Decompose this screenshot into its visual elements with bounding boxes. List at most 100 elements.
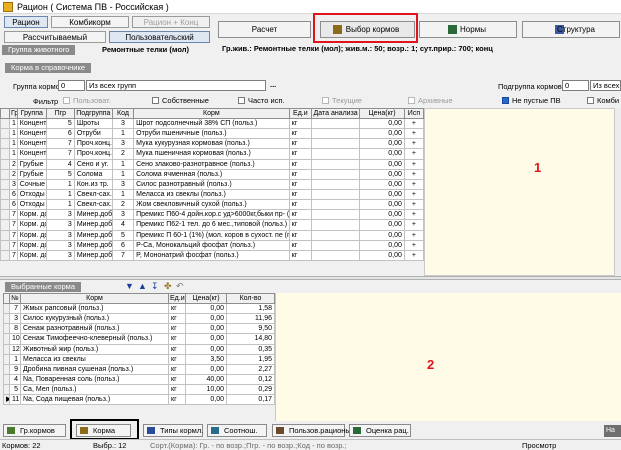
table-row[interactable]: 1Концентр.7Проч.конц.2Мука пшеничная кор… <box>0 148 425 160</box>
bottom-right-button[interactable]: Нa <box>604 425 621 437</box>
move-down-icon[interactable]: ▼ <box>125 282 134 291</box>
table-cell: 0,35 <box>226 343 275 355</box>
move-bottom-icon[interactable]: ↧ <box>151 282 159 291</box>
table-row[interactable]: 1Концентр.6Отруби1Отруби пшеничные (поль… <box>0 128 425 140</box>
group-ellipsis-button[interactable]: ... <box>270 80 276 89</box>
table-cell <box>311 168 361 180</box>
move-up-icon[interactable]: ▲ <box>138 282 147 291</box>
table-cell: кг <box>168 323 186 335</box>
subgroup-code-field[interactable]: 0 <box>562 80 589 91</box>
row-indicator <box>0 128 10 140</box>
bottom-tab[interactable]: Пользов.рационы <box>272 424 351 437</box>
table-row[interactable]: 2 Грубые 5 Солома 1 Солома ячменная (польз.) к… <box>0 168 425 180</box>
table-cell: кг <box>168 302 186 315</box>
undo-icon[interactable]: ↶ <box>176 282 184 291</box>
table-row[interactable]: 7Корм. доб.3Минер.доб.3Премикс П60-4 дой… <box>0 209 425 221</box>
table-cell: кг <box>168 353 186 365</box>
table-cell: кг <box>288 188 313 201</box>
table-row[interactable]: 7 Жмых рапсовый (польз.) кг 0,00 1,58 <box>3 302 275 315</box>
table-row[interactable]: 1 Меласса из свеклы кг 3,50 1,95 <box>3 353 275 365</box>
column-header[interactable]: Ед.и <box>288 108 313 119</box>
annotation-marker-1: 1 <box>534 160 542 175</box>
table-cell: 10 <box>9 333 21 345</box>
table-row[interactable]: 7Корм. доб.3Минер.доб.6P-Ca, Монокальций… <box>0 239 425 251</box>
table-row[interactable]: 6Отходы пр.1Свекл-сах.2Жом свекловичный … <box>0 199 425 211</box>
column-header[interactable]: Код <box>111 108 135 119</box>
table-cell: Солома ячменная (польз.) <box>133 168 290 180</box>
column-header[interactable]: Ед.и <box>168 293 186 304</box>
filter-checkbox[interactable]: Часто исп. <box>238 96 285 105</box>
table-cell: 1 <box>8 148 18 160</box>
table-row[interactable]: ▶11Na, Сода пищевая (польз.)кг0,000,17 <box>3 394 275 406</box>
table-row[interactable]: 12 Животный жир (польз.) кг 0,00 0,35 <box>3 343 275 355</box>
table-row[interactable]: 6Отходы пр.1Свекл-сах.1Меласса из свеклы… <box>0 188 425 201</box>
column-header[interactable]: Цена(кг) <box>359 108 405 119</box>
table-row[interactable]: 3 Силос кукурузный (польз.) кг 0,00 11,96 <box>3 313 275 325</box>
tab-kombikorm[interactable]: Комбикорм <box>51 16 129 28</box>
column-header[interactable]: Группа <box>16 108 47 119</box>
column-header[interactable]: Цена(кг) <box>185 293 227 304</box>
group-value-field[interactable]: Из всех групп <box>86 80 266 91</box>
bottom-tab[interactable]: Соотнош. <box>207 424 267 437</box>
checkbox-icon <box>587 97 594 104</box>
table-row[interactable]: 3 Сочные 1 Кон.из тр. 3 Силос разнотравный (п… <box>0 178 425 190</box>
table-cell: 1 <box>45 188 75 201</box>
table-cell: Силос кукурузный (польз.) <box>20 313 169 325</box>
table-row[interactable]: 7Корм. доб.3Минер.доб.4Премикс П62-1 тел… <box>0 219 425 231</box>
tab-calculated[interactable]: Рассчитываемый <box>4 31 106 43</box>
table-cell: кг <box>288 209 313 221</box>
table-row[interactable]: 5 Ca, Мел (польз.) кг 10,00 0,29 <box>3 384 275 396</box>
table-cell: + <box>403 219 425 231</box>
clear-icon[interactable]: ✤ <box>164 282 172 291</box>
table-row[interactable]: 4 Na, Поваренная соль (польз.) кг 40,00 0,12 <box>3 373 275 386</box>
column-header[interactable]: Пгр <box>45 108 75 119</box>
table-cell: 10,00 <box>185 384 227 396</box>
table-row[interactable]: 8 Сенаж разнотравный (польз.) кг 0,00 9,50 <box>3 323 275 335</box>
table-cell: Шрот подсолнечный 38% СП (польз.) <box>133 117 290 130</box>
table-row[interactable]: 10 Сенаж Тимофеечно-клеверный (польз.) кг 0… <box>3 333 275 345</box>
table-cell: 0,00 <box>359 199 405 211</box>
highlight-feed-select <box>313 13 418 43</box>
table-row[interactable]: 2 Грубые 4 Сено и уг. 1 Сено злаково-разнотра… <box>0 158 425 170</box>
column-header[interactable]: Исп <box>403 108 425 119</box>
panel-splitter[interactable] <box>0 276 621 280</box>
bottom-tab[interactable]: Гр.кормов <box>3 424 66 437</box>
table-cell: 2 <box>8 158 18 170</box>
column-header[interactable]: Гр. <box>8 108 18 119</box>
group-label: Группа животного <box>2 45 76 55</box>
table-cell: 5 <box>45 117 75 130</box>
filter-checkbox[interactable]: Собственные <box>152 96 209 105</box>
table-row[interactable]: 1Концентр.7Проч.конц.3Мука кукурузная ко… <box>0 138 425 150</box>
structure-button[interactable]: Структура <box>522 21 620 38</box>
table-cell: 0,00 <box>359 239 405 251</box>
bottom-tab[interactable]: Типы кормл. <box>143 424 203 437</box>
column-header[interactable]: Кол-во <box>226 293 275 304</box>
table-row[interactable]: 7Корм. доб.3Минер.доб.7P, Мононатрий фос… <box>0 249 425 261</box>
tab-ration[interactable]: Рацион <box>4 16 48 28</box>
filter-checkbox[interactable]: Не пустые ПВ <box>502 96 561 105</box>
table-cell: 1 <box>9 353 21 365</box>
calc-button[interactable]: Расчет <box>218 21 311 38</box>
table-cell: Отходы пр. <box>16 199 47 211</box>
column-header[interactable]: № <box>9 293 21 304</box>
column-header[interactable]: Корм <box>133 108 290 119</box>
table-cell: + <box>403 178 425 190</box>
group-code-field[interactable]: 0 <box>58 80 85 91</box>
tab-user[interactable]: Пользовательский <box>109 31 210 43</box>
reference-table-scrollbar[interactable] <box>614 108 621 276</box>
table-cell: Концентр. <box>16 138 47 150</box>
subgroup-value-field[interactable]: Из всех под <box>590 80 621 91</box>
filter-checkbox[interactable]: Комби <box>587 96 619 105</box>
bottom-tab[interactable]: Оценка рац. <box>349 424 411 437</box>
table-row[interactable]: 9 Дробина пивная сушеная (польз.) кг 0,00 2,… <box>3 363 275 375</box>
table-cell: Ca, Мел (польз.) <box>20 384 169 396</box>
norms-button[interactable]: Нормы <box>419 21 517 38</box>
column-header[interactable]: Подгруппа <box>73 108 113 119</box>
column-header[interactable]: Корм <box>20 293 169 304</box>
column-header[interactable]: Дата анализа <box>311 108 361 119</box>
table-cell: Сено и уг. <box>73 158 113 170</box>
bottom-tab-label: Оценка рац. <box>366 426 409 435</box>
table-cell: Меласса из свеклы <box>20 353 169 365</box>
table-row[interactable]: 7Корм. доб.3Минер.доб.5Премикс П 60-1 (1… <box>0 229 425 241</box>
table-row[interactable]: 1Концентр.5Шроты3Шрот подсолнечный 38% С… <box>0 117 425 130</box>
